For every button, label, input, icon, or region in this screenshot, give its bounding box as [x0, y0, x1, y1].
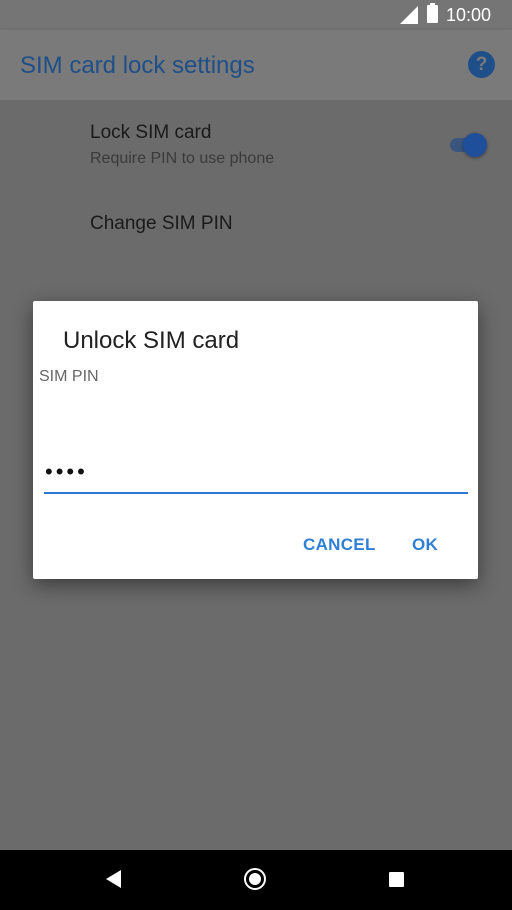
sim-pin-input[interactable]: •••• [45, 459, 465, 487]
back-icon[interactable] [106, 870, 122, 888]
app-bar: SIM card lock settings ? [0, 30, 512, 100]
cancel-button[interactable]: CANCEL [303, 535, 376, 555]
unlock-sim-dialog: Unlock SIM card SIM PIN •••• CANCEL OK [33, 301, 478, 579]
lock-sim-subtitle: Require PIN to use phone [90, 150, 275, 167]
sim-pin-label: SIM PIN [39, 368, 99, 385]
lock-sim-title: Lock SIM card [90, 122, 212, 143]
status-bar: 10:00 [0, 0, 512, 30]
sim-pin-input-underline [44, 492, 468, 494]
page-title: SIM card lock settings [20, 52, 255, 79]
recent-apps-icon[interactable] [389, 872, 404, 887]
lock-sim-switch-thumb[interactable] [463, 133, 487, 157]
dialog-title: Unlock SIM card [63, 327, 240, 354]
cell-signal-icon [400, 6, 418, 24]
ok-button[interactable]: OK [412, 535, 438, 555]
change-pin-title: Change SIM PIN [90, 213, 233, 234]
help-icon[interactable]: ? [468, 51, 495, 78]
navigation-bar [0, 850, 512, 910]
battery-icon [427, 3, 438, 23]
status-time: 10:00 [446, 5, 492, 25]
home-icon[interactable] [244, 868, 266, 890]
